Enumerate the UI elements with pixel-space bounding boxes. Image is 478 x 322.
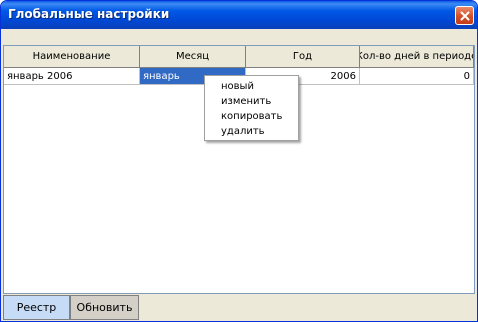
column-header-days[interactable]: Кол-во дней в периоде [360, 46, 474, 68]
window-title: Глобальные настройки [8, 7, 170, 21]
title-bar[interactable]: Глобальные настройки [1, 1, 477, 29]
column-header-name[interactable]: Наименование [4, 46, 140, 68]
menu-item-edit[interactable]: изменить [205, 94, 298, 109]
toolbar-strip [3, 30, 475, 45]
column-header-year[interactable]: Год [246, 46, 360, 68]
table-header: Наименование Месяц Год Кол-во дней в пер… [4, 46, 474, 68]
cell-days[interactable]: 0 [360, 68, 474, 85]
context-menu: новый изменить копировать удалить [204, 75, 299, 141]
refresh-button[interactable]: Обновить [70, 295, 139, 320]
close-icon [460, 11, 469, 20]
cell-name[interactable]: январь 2006 [4, 68, 140, 85]
menu-item-copy[interactable]: копировать [205, 109, 298, 124]
close-button[interactable] [455, 6, 474, 25]
bottom-tab-bar: Реестр Обновить [3, 295, 475, 321]
menu-item-delete[interactable]: удалить [205, 124, 298, 139]
settings-window: Глобальные настройки Наименование Месяц … [0, 0, 478, 322]
menu-item-new[interactable]: новый [205, 79, 298, 94]
column-header-month[interactable]: Месяц [140, 46, 246, 68]
tab-registry[interactable]: Реестр [3, 295, 70, 320]
